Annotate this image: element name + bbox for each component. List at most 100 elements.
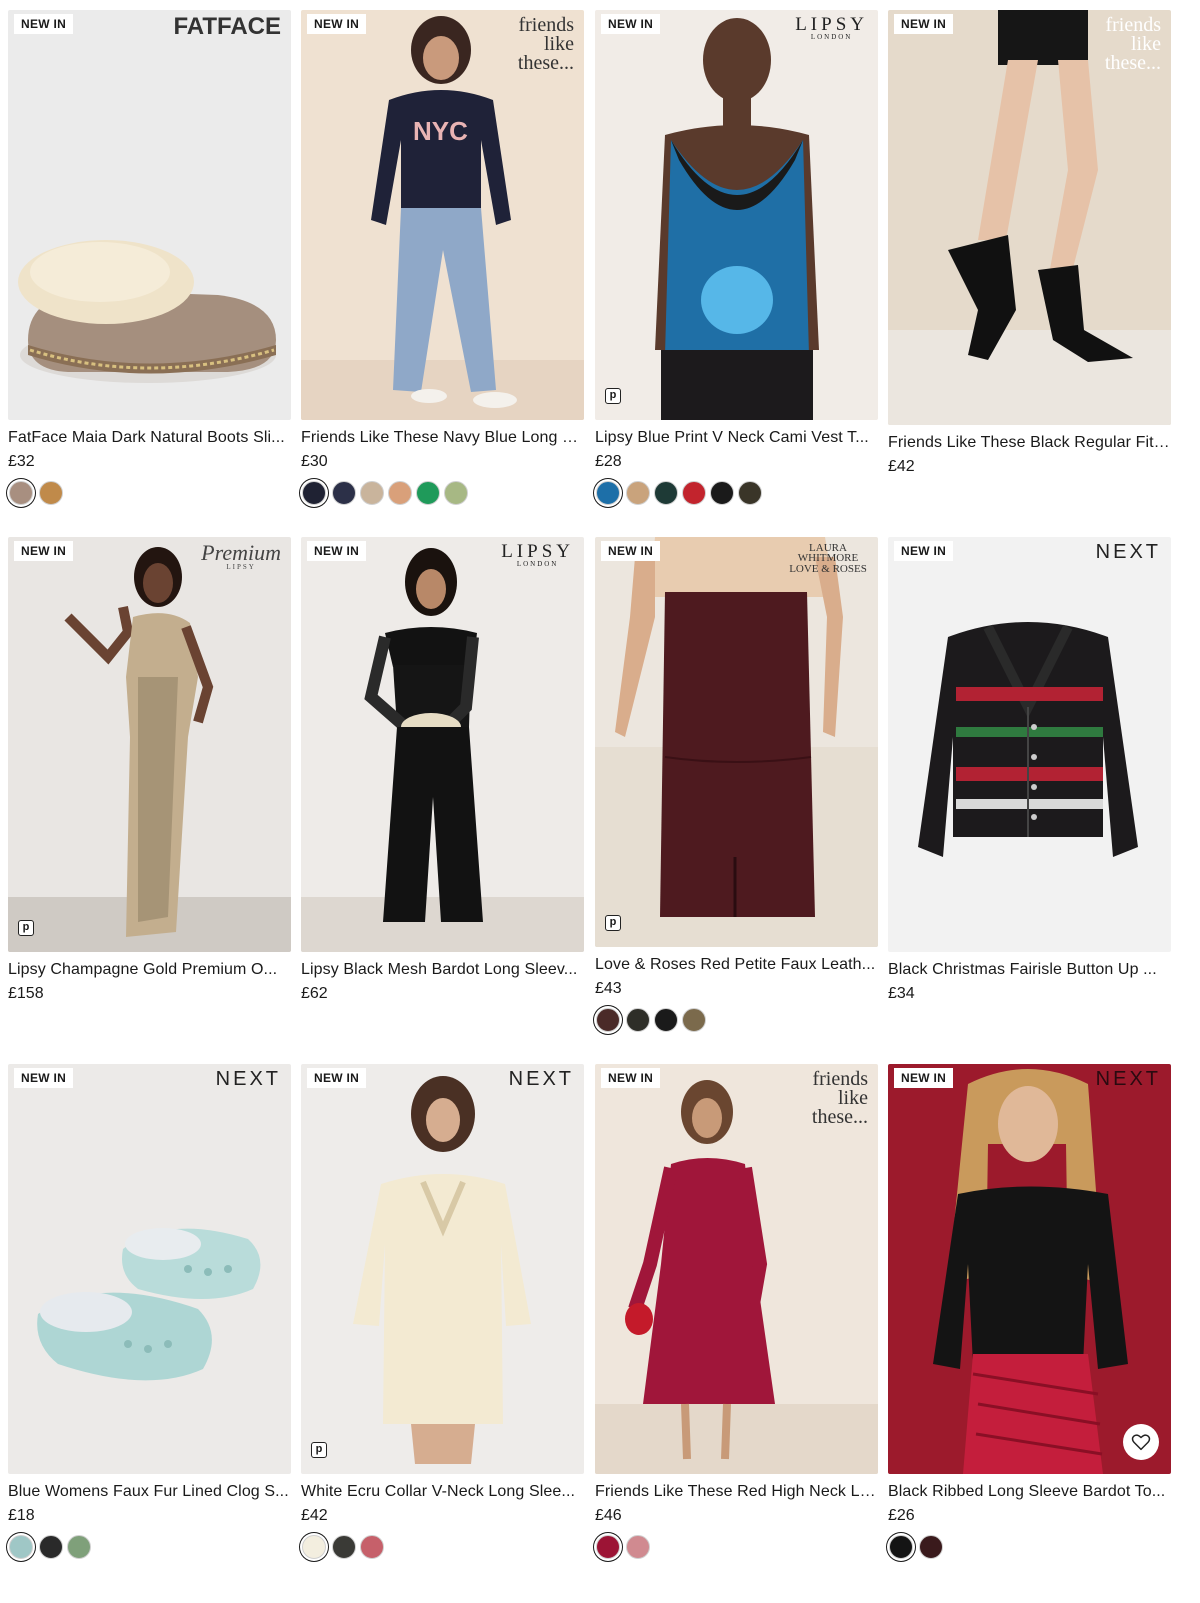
colour-swatch[interactable] <box>67 1535 91 1559</box>
colour-swatch[interactable] <box>654 1008 678 1032</box>
brand-subline: LONDON <box>810 33 853 42</box>
colour-swatch[interactable] <box>919 1535 943 1559</box>
brand-logo: LAURA WHITMORE LOVE & ROSES <box>789 542 867 575</box>
colour-swatch[interactable] <box>39 1535 63 1559</box>
product-image[interactable]: NEW IN Premium LIPSY p <box>8 537 291 952</box>
brand-logo: friends like these... <box>811 1068 868 1128</box>
brand-logo: FATFACE <box>173 13 281 40</box>
product-image[interactable]: NEW IN NEXT <box>8 1064 291 1474</box>
product-price: £62 <box>301 985 328 1002</box>
product-image[interactable]: NEW IN friends like these... <box>888 10 1171 425</box>
new-in-badge: NEW IN <box>14 541 74 561</box>
colour-swatch[interactable] <box>889 1535 913 1559</box>
colour-swatch[interactable] <box>39 481 63 505</box>
new-in-badge: NEW IN <box>307 541 367 561</box>
product-title[interactable]: FatFace Maia Dark Natural Boots Sli... <box>8 429 291 447</box>
product-title[interactable]: Black Christmas Fairisle Button Up ... <box>888 961 1171 979</box>
new-in-badge: NEW IN <box>601 1068 661 1088</box>
colour-swatch[interactable] <box>416 481 440 505</box>
brand-logo: NEXT <box>508 1068 574 1090</box>
product-price: £158 <box>8 985 44 1002</box>
product-title[interactable]: Blue Womens Faux Fur Lined Clog S... <box>8 1483 291 1501</box>
colour-swatches <box>595 1008 878 1032</box>
product-price: £42 <box>301 1507 328 1524</box>
product-price: £46 <box>595 1507 622 1524</box>
colour-swatch[interactable] <box>360 1535 384 1559</box>
product-image[interactable]: NEW IN NEXT <box>888 537 1171 952</box>
colour-swatch[interactable] <box>596 1535 620 1559</box>
product-title[interactable]: Lipsy Blue Print V Neck Cami Vest T... <box>595 429 878 447</box>
product-title[interactable]: White Ecru Collar V-Neck Long Slee... <box>301 1483 584 1501</box>
product-price: £26 <box>888 1507 915 1524</box>
colour-swatch[interactable] <box>596 481 620 505</box>
brand-logo: friends like these... <box>517 14 574 74</box>
product-card[interactable]: NEW IN FATFACE FatFace Maia Dark Natural… <box>8 10 291 505</box>
new-in-badge: NEW IN <box>14 1068 74 1088</box>
colour-swatch[interactable] <box>332 481 356 505</box>
new-in-badge: NEW IN <box>14 14 74 34</box>
product-image[interactable]: NEW IN friends like these... <box>595 1064 878 1474</box>
product-price: £43 <box>595 980 622 997</box>
product-card[interactable]: NEW IN NEXT Black Ribbed Long Sleeve Bar… <box>888 1064 1171 1559</box>
product-image[interactable]: NEW IN FATFACE <box>8 10 291 420</box>
product-title[interactable]: Love & Roses Red Petite Faux Leath... <box>595 956 878 974</box>
clog-illustration <box>37 1228 261 1381</box>
product-price: £42 <box>888 458 915 475</box>
colour-swatch[interactable] <box>682 1008 706 1032</box>
colour-swatch[interactable] <box>626 1008 650 1032</box>
colour-swatch[interactable] <box>332 1535 356 1559</box>
wishlist-button[interactable] <box>1123 1424 1159 1460</box>
product-title[interactable]: Lipsy Champagne Gold Premium O... <box>8 961 291 979</box>
colour-swatch[interactable] <box>360 481 384 505</box>
colour-swatch[interactable] <box>388 481 412 505</box>
product-card[interactable]: NEW IN LIPSY LONDON p Lipsy Blue Print V… <box>595 10 878 505</box>
product-image[interactable]: NEW IN NEXT p <box>301 1064 584 1474</box>
product-title[interactable]: Friends Like These Black Regular Fit ... <box>888 434 1171 452</box>
colour-swatches <box>301 481 584 505</box>
new-in-badge: NEW IN <box>307 1068 367 1088</box>
colour-swatch[interactable] <box>9 1535 33 1559</box>
product-image[interactable]: NEW IN LIPSY LONDON <box>301 537 584 952</box>
colour-swatches <box>595 1535 878 1559</box>
product-image[interactable]: NEW IN LAURA WHITMORE LOVE & ROSES p <box>595 537 878 947</box>
product-title[interactable]: Lipsy Black Mesh Bardot Long Sleev... <box>301 961 584 979</box>
colour-swatch[interactable] <box>738 481 762 505</box>
colour-swatch[interactable] <box>444 481 468 505</box>
product-card[interactable]: NEW IN NEXT Black Christmas Fairisle But… <box>888 537 1171 1003</box>
product-card[interactable]: NEW IN NEXT p White Ecru Collar V-Neck L… <box>301 1064 584 1559</box>
colour-swatch[interactable] <box>626 481 650 505</box>
new-in-badge: NEW IN <box>307 14 367 34</box>
colour-swatches <box>8 481 291 505</box>
colour-swatch[interactable] <box>302 1535 326 1559</box>
colour-swatch[interactable] <box>710 481 734 505</box>
product-card[interactable]: NEW IN NEXT Blue Womens Faux Fur Lined C… <box>8 1064 291 1559</box>
product-image[interactable]: NYC NEW IN friends like these... <box>301 10 584 420</box>
product-title[interactable]: Friends Like These Navy Blue Long S... <box>301 429 584 447</box>
model-photo <box>933 1069 1128 1474</box>
colour-swatch[interactable] <box>682 481 706 505</box>
brand-logo: NEXT <box>1095 1068 1161 1090</box>
product-grid: NEW IN FATFACE FatFace Maia Dark Natural… <box>0 0 1200 1603</box>
colour-swatch[interactable] <box>9 481 33 505</box>
product-card[interactable]: NEW IN Premium LIPSY p Lipsy Champagne G… <box>8 537 291 1003</box>
product-title[interactable]: Black Ribbed Long Sleeve Bardot To... <box>888 1483 1171 1501</box>
colour-swatch[interactable] <box>654 481 678 505</box>
product-card[interactable]: NYC NEW IN friends like these... Friends… <box>301 10 584 505</box>
colour-swatch[interactable] <box>596 1008 620 1032</box>
new-in-badge: NEW IN <box>894 14 954 34</box>
product-card[interactable]: NEW IN LIPSY LONDON Lipsy Black Mesh Bar… <box>301 537 584 1003</box>
product-image[interactable]: NEW IN NEXT <box>888 1064 1171 1474</box>
colour-swatch[interactable] <box>302 481 326 505</box>
new-in-badge: NEW IN <box>894 1068 954 1088</box>
product-card[interactable]: NEW IN LAURA WHITMORE LOVE & ROSES p Lov… <box>595 537 878 1032</box>
brand-logo: NEXT <box>215 1068 281 1090</box>
product-card[interactable]: NEW IN friends like these... Friends Lik… <box>888 10 1171 476</box>
product-image[interactable]: NEW IN LIPSY LONDON p <box>595 10 878 420</box>
product-title[interactable]: Friends Like These Red High Neck Lo... <box>595 1483 878 1501</box>
product-card[interactable]: NEW IN friends like these... Friends Lik… <box>595 1064 878 1559</box>
slipper-illustration <box>18 240 276 383</box>
model-photo <box>595 537 878 947</box>
model-photo <box>353 1076 531 1464</box>
product-price: £34 <box>888 985 915 1002</box>
colour-swatch[interactable] <box>626 1535 650 1559</box>
